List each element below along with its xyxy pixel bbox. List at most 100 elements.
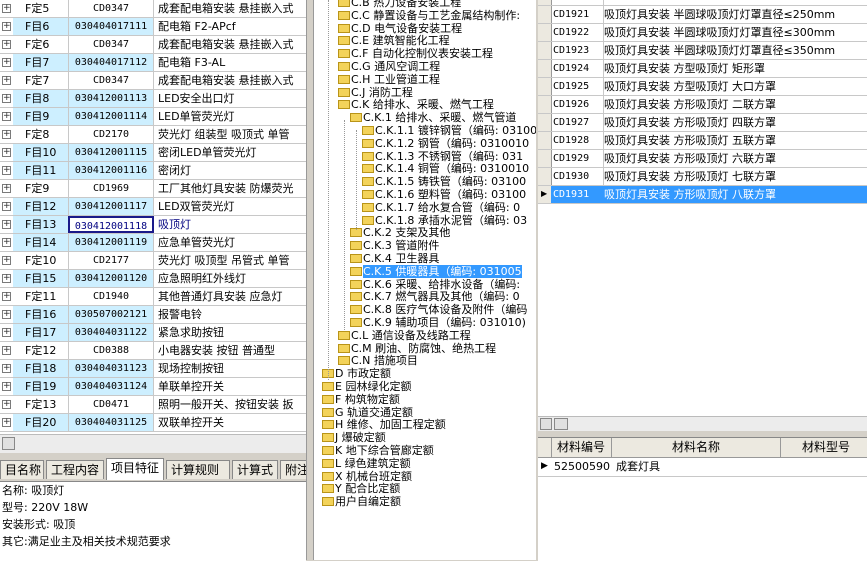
expand-icon[interactable]: + — [2, 22, 11, 31]
tree-node[interactable]: C.K.8 医疗气体设备及附件（编码 — [350, 303, 527, 316]
item-name[interactable]: 现场控制按钮 — [156, 360, 306, 377]
tree-node[interactable]: C.K 给排水、采暖、燃气工程 — [338, 98, 494, 111]
expand-icon[interactable]: + — [2, 148, 11, 157]
item-row[interactable]: + F定11 CD1940 其他普通灯具安装 应急灯 — [0, 288, 306, 306]
expand-icon[interactable]: + — [2, 364, 11, 373]
item-code[interactable]: 030404031125 — [68, 414, 154, 431]
tree-node[interactable]: L 绿色建筑定额 — [322, 457, 411, 470]
tree-node[interactable]: K 地下综合管廊定额 — [322, 444, 434, 457]
quota-row[interactable]: CD1928 吸顶灯具安装 方形吸顶灯 五联方罩 — [538, 132, 867, 150]
tree-node[interactable]: C.N 措施项目 — [338, 354, 418, 367]
item-code[interactable]: CD2177 — [68, 252, 154, 269]
item-row[interactable]: + F目8 030412001113 LED安全出口灯 — [0, 90, 306, 108]
tab-3[interactable]: 计算规则 — [166, 460, 230, 479]
item-name[interactable]: 单联单控开关 — [156, 378, 306, 395]
expand-icon[interactable]: + — [2, 418, 11, 427]
tree-node[interactable]: C.K.1.1 镀锌钢管（编码: 031001 — [362, 124, 536, 137]
expand-icon[interactable]: + — [2, 238, 11, 247]
item-row[interactable]: + F定9 CD1969 工厂其他灯具安装 防爆荧光 — [0, 180, 306, 198]
item-code[interactable]: 030412001114 — [68, 108, 154, 125]
expand-icon[interactable]: + — [2, 40, 11, 49]
row-indicator[interactable] — [538, 96, 552, 113]
row-indicator[interactable] — [538, 60, 552, 77]
item-code[interactable]: 030404031123 — [68, 360, 154, 377]
item-name[interactable]: 小电器安装 按钮 普通型 — [156, 342, 306, 359]
quota-row[interactable]: CD1929 吸顶灯具安装 方形吸顶灯 六联方罩 — [538, 150, 867, 168]
item-code[interactable]: 030507002121 — [68, 306, 154, 323]
tree-node[interactable]: C.H 工业管道工程 — [338, 73, 440, 86]
tree-node[interactable]: C.K.3 管道附件 — [350, 239, 439, 252]
tab-0[interactable]: 目名称 — [0, 460, 44, 479]
item-name[interactable]: 密闭LED单管荧光灯 — [156, 144, 306, 161]
item-code[interactable]: 030412001117 — [68, 198, 154, 215]
item-row[interactable]: + F目15 030412001120 应急照明红外线灯 — [0, 270, 306, 288]
item-name[interactable]: 配电箱 F3-AL — [156, 54, 306, 71]
tree-node[interactable]: C.L 通信设备及线路工程 — [338, 329, 471, 342]
scroll-thumb[interactable] — [554, 418, 568, 430]
material-row[interactable]: ▶ 52500590 成套灯具 — [538, 457, 867, 477]
item-code[interactable]: 030404031122 — [68, 324, 154, 341]
tree-node[interactable]: C.K.4 卫生器具 — [350, 252, 439, 265]
tree-node[interactable]: C.K.5 供暖器具（编码: 031005 — [350, 264, 522, 278]
tree-node[interactable]: D 市政定额 — [322, 367, 391, 380]
item-row[interactable]: + F目6 030404017111 配电箱 F2-APcf — [0, 18, 306, 36]
quota-row[interactable]: CD1930 吸顶灯具安装 方形吸顶灯 七联方罩 — [538, 168, 867, 186]
expand-icon[interactable]: + — [2, 112, 11, 121]
item-grid-scrollbar[interactable] — [0, 434, 306, 453]
item-code[interactable]: CD2170 — [68, 126, 154, 143]
item-row[interactable]: + F定12 CD0388 小电器安装 按钮 普通型 — [0, 342, 306, 360]
tree-node[interactable]: C.K.9 辅助项目（编码: 031010) — [350, 316, 526, 329]
item-row[interactable]: + F定8 CD2170 荧光灯 组装型 吸顶式 单管 — [0, 126, 306, 144]
tree-node[interactable]: G 轨道交通定额 — [322, 406, 413, 419]
expand-icon[interactable]: + — [2, 130, 11, 139]
item-code[interactable]: CD0347 — [68, 0, 154, 17]
item-row[interactable]: + F目17 030404031122 紧急求助按钮 — [0, 324, 306, 342]
tree-node[interactable]: C.C 静置设备与工艺金属结构制作: — [338, 9, 520, 22]
item-name[interactable]: 应急单管荧光灯 — [156, 234, 306, 251]
item-name[interactable]: LED单管荧光灯 — [156, 108, 306, 125]
item-name[interactable]: 密闭灯 — [156, 162, 306, 179]
item-code[interactable]: 030412001115 — [68, 144, 154, 161]
expand-icon[interactable]: + — [2, 94, 11, 103]
quota-row[interactable]: CD1922 吸顶灯具安装 半圆球吸顶灯灯罩直径≤300mm — [538, 24, 867, 42]
item-code[interactable]: CD0347 — [68, 36, 154, 53]
quota-row[interactable]: CD1926 吸顶灯具安装 方形吸顶灯 二联方罩 — [538, 96, 867, 114]
tab-1[interactable]: 工程内容 — [46, 460, 104, 479]
material-code-header[interactable]: 材料编号 — [551, 438, 612, 457]
tree-node[interactable]: C.E 建筑智能化工程 — [338, 34, 450, 47]
tree-node[interactable]: Y 配合比定额 — [322, 482, 400, 495]
item-code[interactable]: 030412001118 — [68, 216, 154, 233]
quota-row[interactable]: CD1925 吸顶灯具安装 方型吸顶灯 大口方罩 — [538, 78, 867, 96]
item-code[interactable]: 030412001120 — [68, 270, 154, 287]
expand-icon[interactable]: + — [2, 274, 11, 283]
tab-5[interactable]: 附注 — [280, 460, 306, 479]
row-indicator[interactable] — [538, 42, 552, 59]
tree-node[interactable]: C.M 刷油、防腐蚀、绝热工程 — [338, 342, 496, 355]
row-indicator[interactable] — [538, 186, 552, 203]
item-name[interactable]: 其他普通灯具安装 应急灯 — [156, 288, 306, 305]
item-name[interactable]: 应急照明红外线灯 — [156, 270, 306, 287]
tab-2[interactable]: 项目特征 — [106, 458, 164, 480]
item-row[interactable]: + F目10 030412001115 密闭LED单管荧光灯 — [0, 144, 306, 162]
item-code[interactable]: 030404031124 — [68, 378, 154, 395]
splitter[interactable] — [306, 0, 314, 560]
row-indicator[interactable] — [538, 168, 552, 185]
tree-node[interactable]: C.K.2 支架及其他 — [350, 226, 450, 239]
item-code[interactable]: 030404017111 — [68, 18, 154, 35]
item-code[interactable]: CD1969 — [68, 180, 154, 197]
tree-node[interactable]: C.K.1.7 给水复合管（编码: 0 — [362, 201, 520, 214]
expand-icon[interactable]: + — [2, 202, 11, 211]
item-row[interactable]: + F目7 030404017112 配电箱 F3-AL — [0, 54, 306, 72]
item-row[interactable]: + F定13 CD0471 照明一般开关、按钮安装 扳 — [0, 396, 306, 414]
tab-4[interactable]: 计算式 — [232, 460, 278, 479]
item-code[interactable]: CD1940 — [68, 288, 154, 305]
expand-icon[interactable]: + — [2, 310, 11, 319]
item-code[interactable]: 030412001116 — [68, 162, 154, 179]
tree-node[interactable]: C.G 通风空调工程 — [338, 60, 440, 73]
material-name-header[interactable]: 材料名称 — [612, 438, 781, 457]
item-code[interactable]: 030404017112 — [68, 54, 154, 71]
expand-icon[interactable]: + — [2, 382, 11, 391]
item-row[interactable]: + F目19 030404031124 单联单控开关 — [0, 378, 306, 396]
row-indicator[interactable] — [538, 24, 552, 41]
quota-row[interactable]: CD1927 吸顶灯具安装 方形吸顶灯 四联方罩 — [538, 114, 867, 132]
